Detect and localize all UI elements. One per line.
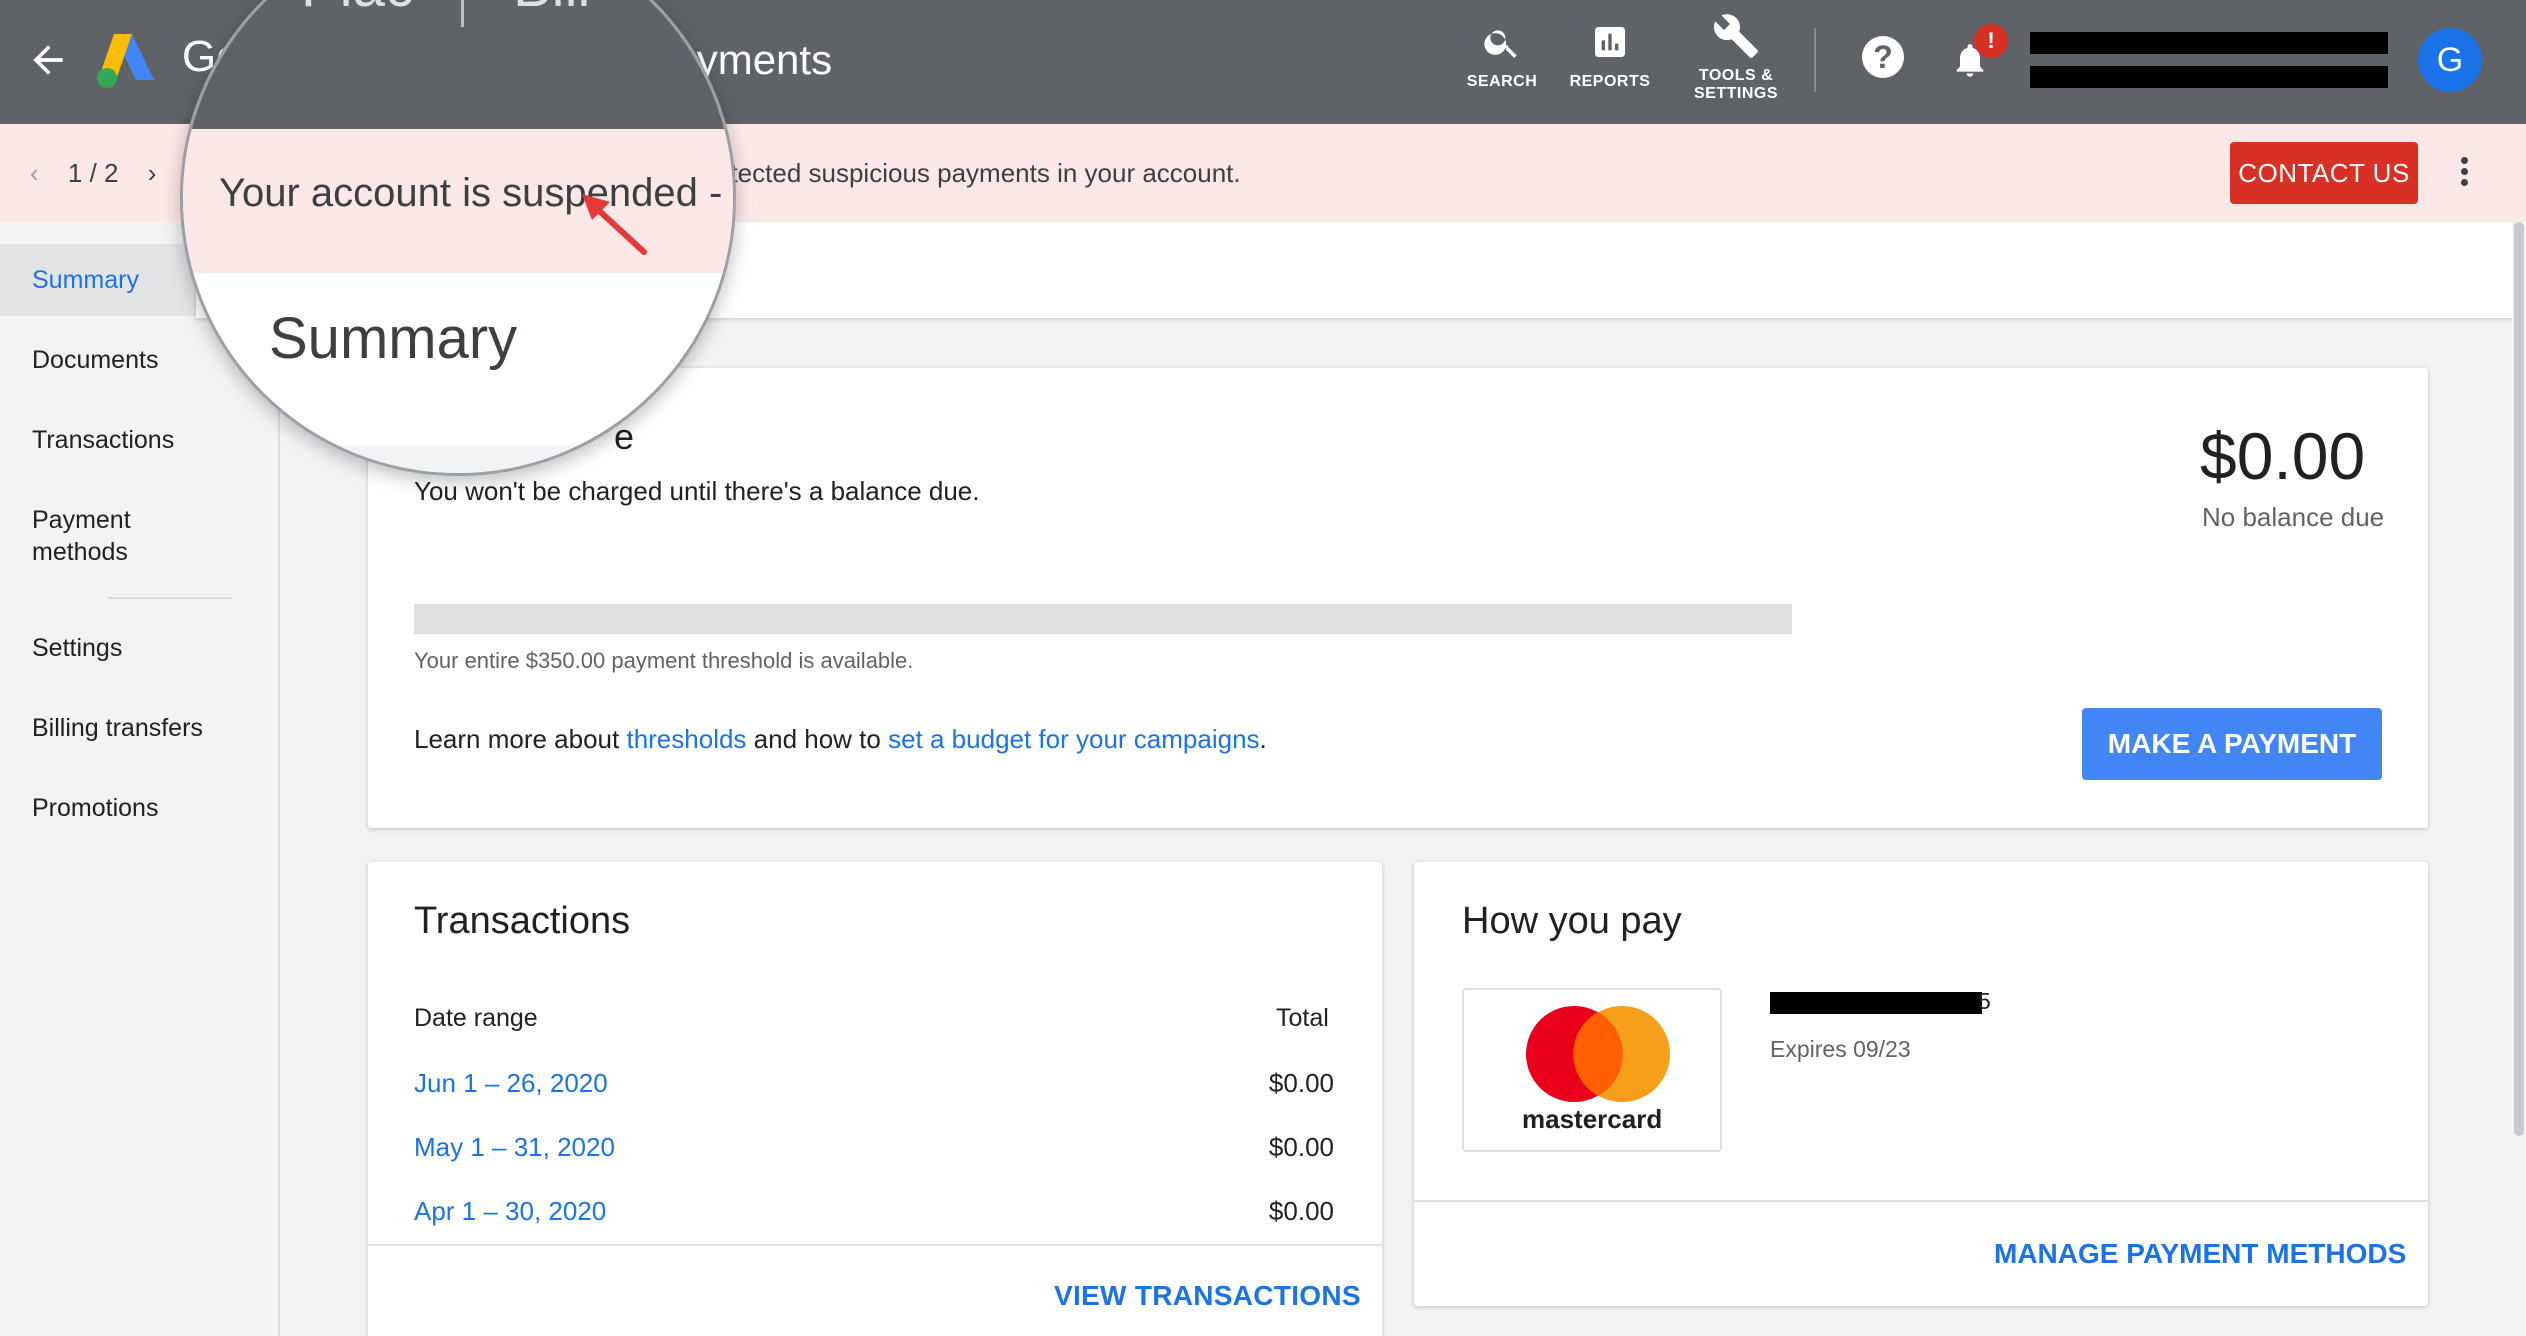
- help-icon[interactable]: ?: [1862, 36, 1904, 78]
- back-arrow-icon[interactable]: [26, 38, 70, 82]
- tools-settings-button[interactable]: TOOLS & SETTINGS: [1690, 12, 1782, 103]
- redacted-account-name: [2030, 32, 2388, 54]
- threshold-text: Your entire $350.00 payment threshold is…: [414, 648, 914, 673]
- scrollbar-thumb[interactable]: [2514, 222, 2524, 1136]
- magnified-top-bar: Plac Bill: [183, 0, 733, 129]
- search-label: SEARCH: [1466, 73, 1538, 90]
- toolbar-divider: [1814, 28, 1816, 92]
- notification-alert-badge: !: [1974, 24, 2008, 58]
- redacted-card-number: [1770, 992, 1982, 1014]
- account-avatar[interactable]: G: [2418, 28, 2482, 92]
- magnified-title-divider: [461, 0, 464, 27]
- red-pointer-arrow-icon: [582, 194, 647, 255]
- reports-icon: [1595, 27, 1625, 57]
- sidebar-item-summary[interactable]: Summary: [32, 264, 139, 296]
- alert-message: etected suspicious payments in your acco…: [716, 158, 1241, 188]
- make-a-payment-button[interactable]: MAKE A PAYMENT: [2082, 708, 2382, 780]
- sidebar-item-billing-transfers[interactable]: Billing transfers: [32, 712, 203, 744]
- chevron-left-icon[interactable]: ‹: [30, 158, 39, 189]
- tools-label-line1: TOOLS &: [1698, 67, 1774, 84]
- contact-us-button[interactable]: CONTACT US: [2230, 142, 2418, 204]
- total-column-header: Total: [1276, 1004, 1329, 1032]
- balance-card-subtitle: You won't be charged until there's a bal…: [414, 476, 980, 506]
- reports-label: REPORTS: [1569, 73, 1651, 90]
- magnified-top-text-right: Bill: [513, 0, 590, 20]
- learn-middle: and how to: [746, 724, 889, 754]
- magnified-summary-title: Summary: [269, 306, 518, 371]
- more-options-icon[interactable]: [2454, 154, 2474, 194]
- manage-payment-methods-link[interactable]: MANAGE PAYMENT METHODS: [1994, 1238, 2406, 1270]
- set-budget-link[interactable]: set a budget for your campaigns: [888, 724, 1259, 754]
- threshold-progress-fill: [414, 604, 1792, 634]
- sidebar-item-transactions[interactable]: Transactions: [32, 424, 174, 456]
- learn-more-text: Learn more about thresholds and how to s…: [414, 724, 1267, 755]
- how-you-pay-divider: [1414, 1200, 2428, 1202]
- threshold-progress-bar: [414, 604, 1792, 634]
- mastercard-wordmark: mastercard: [1522, 1104, 1663, 1134]
- card-number-suffix: 5: [1978, 988, 1991, 1014]
- magnified-background: [183, 445, 733, 473]
- google-ads-logo-icon[interactable]: [92, 28, 160, 90]
- magnified-top-text-left: Plac: [301, 0, 414, 20]
- transaction-total: $0.00: [1268, 1068, 1334, 1098]
- transaction-total: $0.00: [1268, 1132, 1334, 1162]
- learn-prefix: Learn more about: [414, 724, 627, 754]
- balance-amount: $0.00: [2200, 419, 2366, 493]
- learn-suffix: .: [1259, 724, 1267, 754]
- reports-button[interactable]: REPORTS: [1566, 22, 1654, 91]
- transactions-card-title: Transactions: [414, 900, 631, 942]
- sidebar-item-promotions[interactable]: Promotions: [32, 792, 158, 824]
- pager-count: 1 / 2: [67, 158, 119, 188]
- transaction-total: $0.00: [1268, 1196, 1334, 1226]
- tools-label-line2: SETTINGS: [1693, 85, 1778, 102]
- transactions-divider: [368, 1244, 1382, 1246]
- sidebar-item-documents[interactable]: Documents: [32, 344, 158, 376]
- transaction-date-link[interactable]: Apr 1 – 30, 2020: [414, 1196, 606, 1227]
- wrench-icon: [1713, 14, 1758, 58]
- sidebar-item-settings[interactable]: Settings: [32, 632, 122, 664]
- sidebar-item-payment-methods[interactable]: Payment methods: [32, 504, 172, 568]
- redacted-account-email: [2030, 66, 2388, 88]
- transaction-date-link[interactable]: May 1 – 31, 2020: [414, 1132, 615, 1163]
- balance-amount-label: No balance due: [2202, 502, 2385, 532]
- chevron-right-icon[interactable]: ›: [148, 158, 157, 189]
- thresholds-link[interactable]: thresholds: [626, 724, 746, 754]
- card-expiry: Expires 09/23: [1770, 1036, 1911, 1062]
- alert-pager: ‹ 1 / 2 ›: [30, 158, 178, 189]
- sidebar-divider: [108, 597, 232, 599]
- search-icon: [1484, 30, 1517, 58]
- transaction-date-link[interactable]: Jun 1 – 26, 2020: [414, 1068, 608, 1099]
- search-button[interactable]: SEARCH: [1462, 22, 1542, 91]
- view-transactions-link[interactable]: VIEW TRANSACTIONS: [1054, 1280, 1361, 1312]
- page-scrollbar[interactable]: [2512, 222, 2526, 1336]
- mastercard-logo-icon: [1526, 1006, 1670, 1102]
- date-range-column-header: Date range: [414, 1004, 538, 1032]
- how-you-pay-title: How you pay: [1462, 900, 1682, 942]
